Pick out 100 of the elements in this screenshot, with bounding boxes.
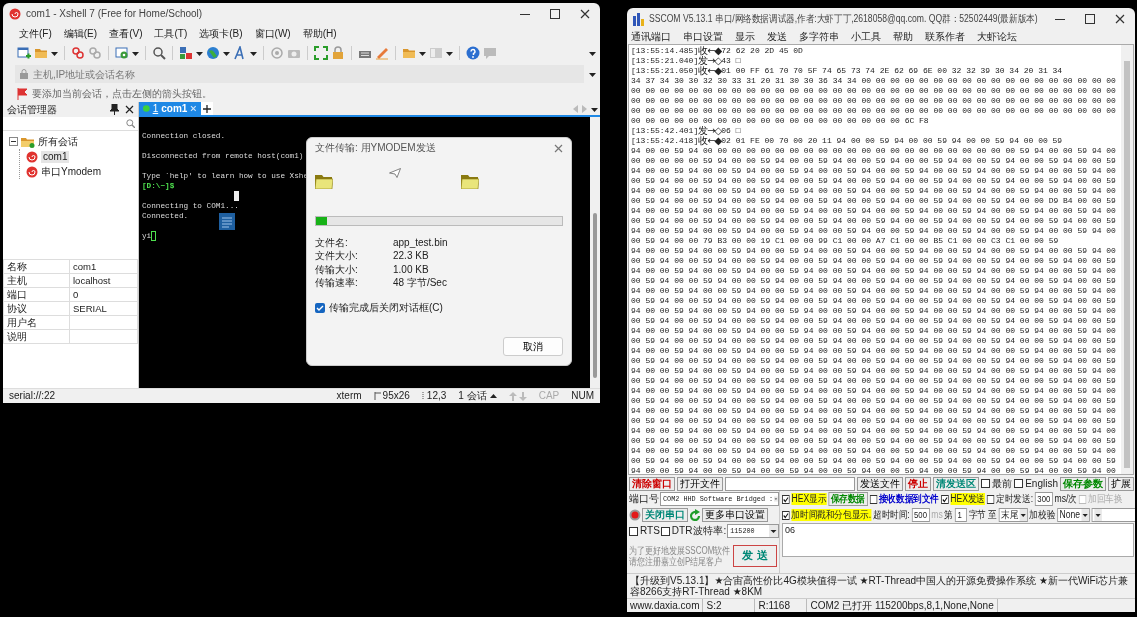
field-label: 超时时间: [872,509,910,521]
action-button[interactable]: 保存参数 [1060,476,1106,491]
menu-item[interactable]: 串口设置 [683,31,723,43]
hint-text: 要添加当前会话，点击左侧的箭头按钮。 [32,87,212,100]
status-text: 1 会话 [458,390,487,402]
action-button[interactable]: 扩展 [1108,476,1134,491]
field-label: ms [931,509,943,521]
menu-item[interactable]: 显示 [735,31,755,43]
field-label: 传输速率: [315,277,359,290]
menu-item[interactable]: 窗口(W) [254,27,291,40]
hex-data: 00 00 00 00 00 00 00 00 00 00 00 00 00 00 00 00 00 00 00 00 00 00 00 00 00 00 00 00 00 00 00 00 00 00 [631,96,1116,106]
hex-data: 94 00 00 59 94 00 00 59 94 00 00 59 94 00 00 59 94 00 00 59 94 00 00 59 94 00 00 59 94 00 00 59 94 00 [631,406,1116,416]
hex-data: 94 00 00 59 94 00 00 59 94 00 00 59 94 00 00 59 94 00 00 59 94 00 00 59 94 00 00 59 94 00 00 59 94 00 [631,266,1116,276]
field-label: ms/次 [1054,493,1077,505]
menu-item[interactable]: 发送 [767,31,787,43]
send-field[interactable]: 06 [782,523,1134,557]
hex-data: 72 62 20 2D 45 0D [721,46,803,56]
menu-item[interactable]: 联系作者 [925,31,965,43]
hex-data: 00 59 94 00 00 59 94 00 00 59 94 00 00 59 94 00 00 59 94 00 00 59 94 00 00 59 94 00 00 59 94 00 00 59 [631,356,1116,366]
menu-item[interactable]: 小工具 [851,31,881,43]
menu-item[interactable]: 文件(F) [19,27,52,40]
send-button[interactable]: 发 送 [733,545,777,567]
checkbox-label: HEX显示 [791,493,827,505]
action-button[interactable]: 清发送区 [933,476,980,491]
action-button[interactable]: 打开文件 [677,476,723,491]
field-value: 22.3 KB [393,250,429,263]
hex-data: 94 00 00 59 94 00 00 59 94 00 00 59 94 00 00 59 94 00 00 59 94 00 00 59 94 00 00 59 94 00 00 59 94 00 [631,326,1116,336]
tree-item[interactable]: 串口Ymodem [41,165,101,178]
hex-data: 94 00 00 59 94 00 00 59 94 00 00 59 94 00 00 59 94 00 00 59 94 00 00 59 94 00 00 59 94 00 00 59 94 00 [631,246,1116,256]
field-value: 1.00 KB [393,263,429,276]
menu-item[interactable]: 多字符串 [799,31,839,43]
hex-data: 00 59 94 00 00 59 94 00 00 59 94 00 00 59 94 00 00 59 94 00 00 59 94 00 00 59 94 00 00 59 94 00 00 59 [631,216,1116,226]
cancel-button[interactable]: 取消 [503,337,563,356]
checkbox-label: English [1025,477,1058,490]
hex-data: 00 59 94 00 00 59 94 00 00 59 94 00 00 59 94 00 00 59 94 00 00 59 94 00 00 59 94 00 00 59 94 00 00 59 [631,336,1116,346]
action-button[interactable]: 保存数据 [828,492,868,506]
hex-data: 94 00 00 59 94 00 00 59 94 00 00 59 94 00 00 59 94 00 00 59 94 00 00 59 94 00 00 59 94 00 00 59 94 00 [631,366,1116,376]
checkbox-label: HEX发送 [950,493,986,505]
menu-item[interactable]: 工具(T) [154,27,188,40]
panel-title: 会话管理器 [7,103,58,116]
input-field[interactable]: 500 [911,508,930,522]
tree-item[interactable]: 所有会话 [38,135,78,148]
hex-data: 94 00 00 59 94 00 00 59 94 00 00 59 94 00 00 59 94 00 00 59 94 00 00 59 94 00 00 59 94 00 00 59 94 00 [631,166,1116,176]
status-text: R:1168 [755,599,808,612]
action-button[interactable]: 停止 [905,476,932,491]
hex-data: 02 01 FE 00 70 00 20 11 94 00 00 59 94 00 00 59 94 00 00 59 94 00 00 59 [721,136,1063,146]
menu-item[interactable]: 大虾论坛 [977,31,1017,43]
address-field[interactable]: 主机,IP地址或会话名称 [15,65,584,83]
notice-text: 为了更好地发展SSCOM软件 [629,545,731,556]
hex-data: 00 59 94 00 00 59 94 00 00 59 94 00 00 59 94 00 00 59 94 00 00 59 94 00 00 59 94 00 00 59 94 00 00 59 [631,456,1116,466]
checkbox-label: 加时间戳和分包显示. [791,509,872,521]
hex-data: 00 59 94 00 00 59 94 00 00 59 94 00 00 59 94 00 00 59 94 00 00 59 94 00 00 59 94 00 00 59 94 00 00 59 [631,416,1116,426]
dialog-title: 文件传输: 用YMODEM发送 [315,142,437,154]
action-button[interactable]: 清除窗口 [629,476,675,491]
session-tab[interactable]: 1 com1 [139,102,201,115]
menu-item[interactable]: 通讯端口 [631,31,671,43]
property-name: 端口 [3,287,70,302]
checkbox-label: 接收数据到文件 [878,493,939,505]
hex-data: 94 00 00 59 94 00 00 59 94 00 00 59 94 00 00 59 94 00 00 59 94 00 00 59 94 00 00 59 94 00 00 59 94 00 [631,206,1116,216]
menu-item[interactable]: 查看(V) [109,27,143,40]
property-name: 协议 [3,301,70,316]
field-label: 传输大小: [315,263,359,276]
input-field[interactable]: 300 [1034,492,1053,506]
status-text: COM2 已打开 115200bps,8,1,None,None [807,599,998,612]
key-indicator: CAP [538,390,560,402]
hex-data: 94 00 00 59 94 00 00 59 94 00 00 59 94 00 00 59 94 00 00 59 94 00 00 59 94 00 00 59 94 00 00 59 94 00 [631,466,1116,474]
action-button[interactable]: 更多串口设置 [702,508,768,522]
property-value: SERIAL [69,301,138,316]
hex-data: 00 00 00 00 00 00 00 00 00 00 00 00 00 00 00 00 00 00 00 00 00 00 00 00 00 00 00 00 00 00 00 00 00 00 [631,86,1116,96]
direction-marker: 发→◇ [698,126,722,136]
menu-item[interactable]: 帮助(H) [302,27,337,40]
direction-marker: 发→◇ [698,56,722,66]
action-button[interactable]: 关闭串口 [642,508,688,522]
hex-data: 94 00 00 59 94 00 00 59 94 00 00 59 94 00 00 59 94 00 00 59 94 00 00 59 94 00 00 59 94 00 00 59 94 00 [631,186,1116,196]
tree-item[interactable]: com1 [41,150,70,163]
property-name: 名称 [3,259,70,274]
action-button[interactable]: 发送文件 [857,476,904,491]
field-label: 文件大小: [315,250,359,263]
dropdown[interactable]: 末尾 [998,508,1028,522]
dropdown[interactable]: None [1056,508,1090,522]
hex-data: 94 00 00 59 94 00 00 59 94 00 00 59 94 00 00 59 94 00 00 59 94 00 00 59 94 00 00 59 94 00 00 59 94 00 [631,426,1116,436]
timestamp: [13:55:21.050] [631,66,699,75]
hex-data: 01 00 FF 61 70 70 5F 74 65 73 74 2E 62 69 6E 00 32 32 39 30 34 20 31 34 [721,66,1063,76]
hex-data: 00 59 94 00 00 59 94 00 00 59 94 00 00 59 94 00 00 59 94 00 00 59 94 00 00 59 94 00 00 59 94 00 00 59 [631,436,1116,446]
menu-item[interactable]: 帮助 [893,31,913,43]
news-ticker: 【升级到V5.13.1】★合宙高性价比4G模块值得一试 ★RT-Thread中国人的开源免费操作系统 ★新一代WiFi芯片兼容8266支持RT-Thread ★8KM [627,573,1135,598]
status-text: 12,3 [426,390,447,402]
menu-item[interactable]: 选项卡(B) [199,27,243,40]
input-field[interactable]: 1 [954,508,967,522]
hex-data: 00 59 94 00 00 79 B3 00 00 19 C1 00 00 99 C1 00 00 A7 C1 00 00 B5 C1 00 00 C3 C1 00 00 59 [631,236,1059,246]
property-value: com1 [69,259,138,274]
property-name: 主机 [3,273,70,288]
menu-item[interactable]: 编辑(E) [63,27,98,40]
hex-data: 00 59 94 00 00 59 94 00 00 59 94 00 00 59 94 00 00 59 94 00 00 59 94 00 00 59 94 00 00 59 94 00 00 59 [631,176,1116,186]
checkbox-label: 传输完成后关闭对话框(C) [329,302,443,314]
field-value: app_test.bin [393,236,448,249]
hex-data: 43 □ [721,56,741,66]
field-label: 第 [944,509,954,521]
status-text: S:2 [703,599,756,612]
notice-text: 请您注册嘉立创P结尾客户 [629,556,723,567]
